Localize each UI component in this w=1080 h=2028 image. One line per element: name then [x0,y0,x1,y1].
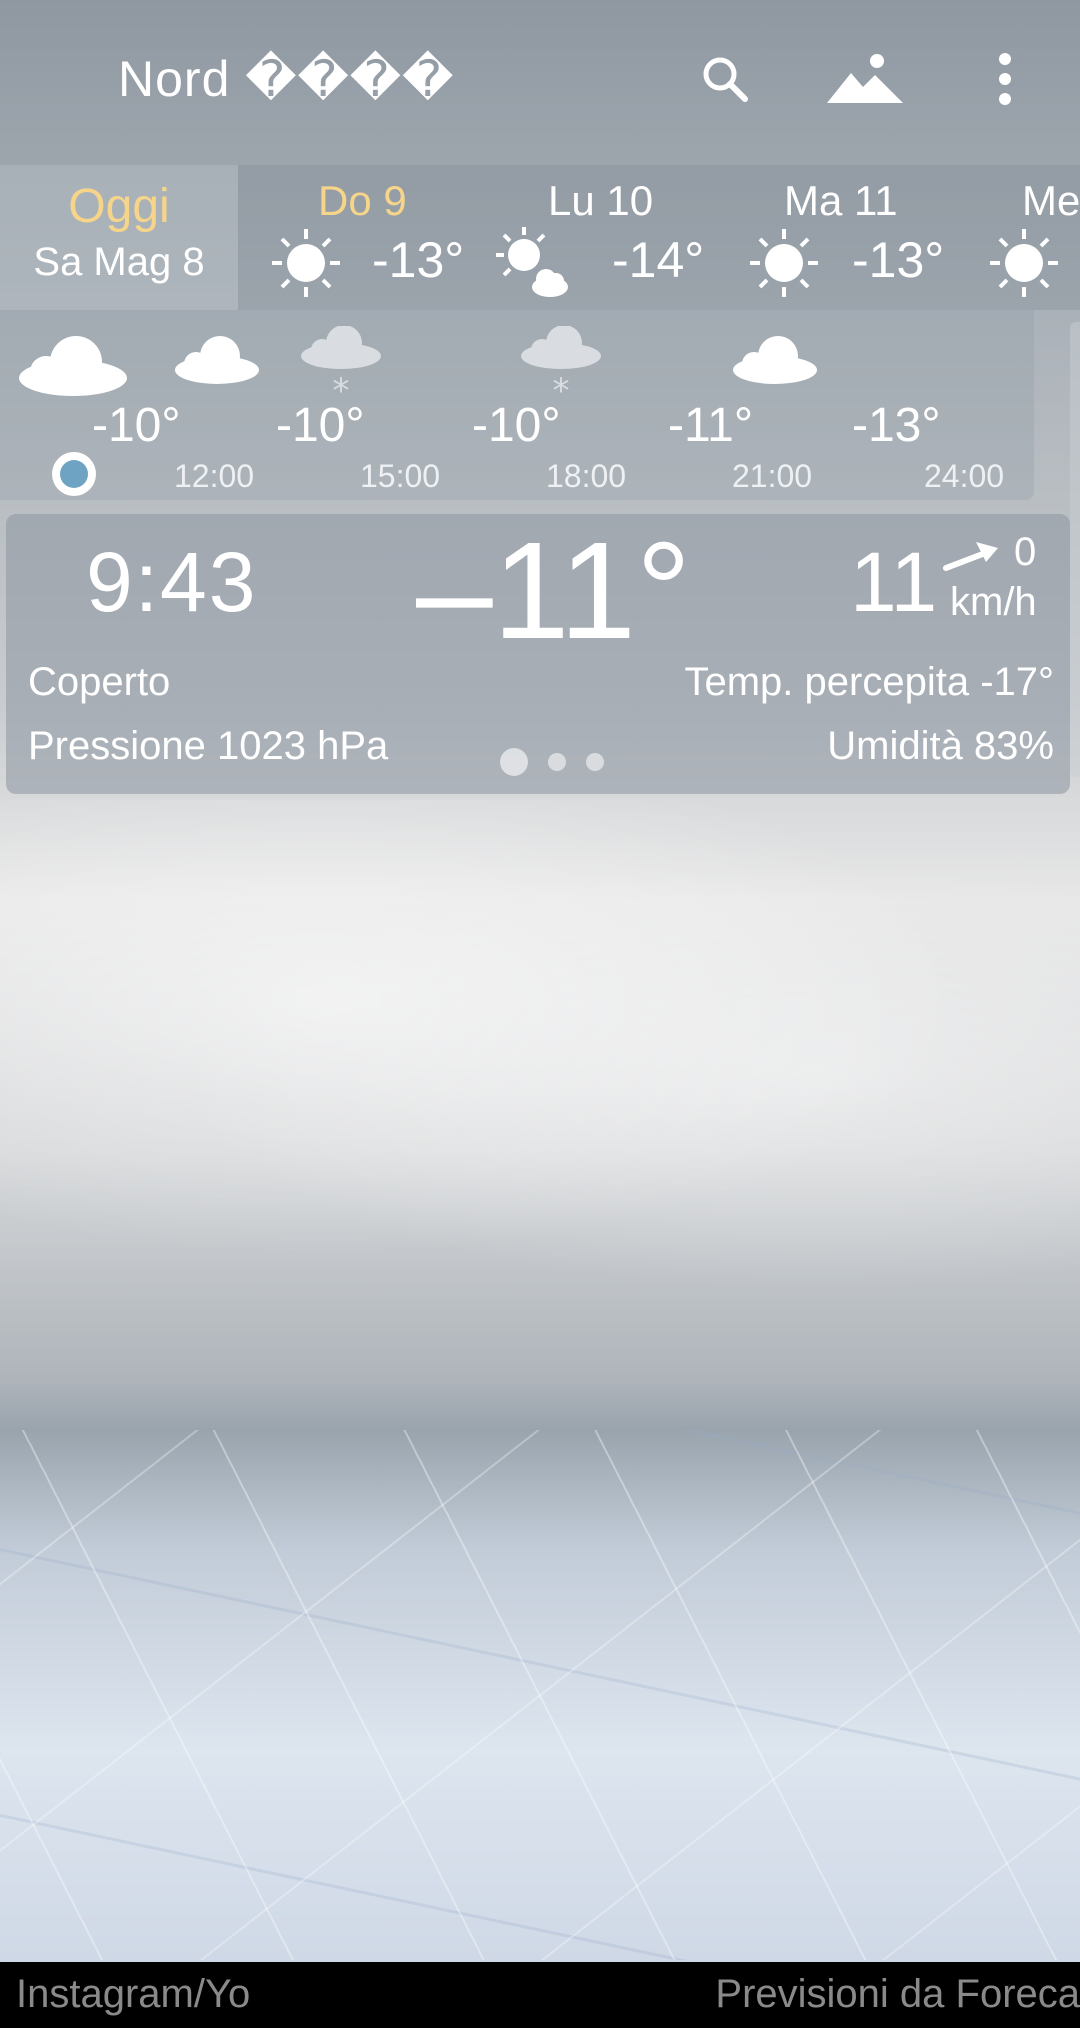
day-tab-today[interactable]: Oggi Sa Mag 8 [0,165,238,310]
more-vert-icon [999,53,1011,105]
page-dot[interactable] [548,753,566,771]
day-name: Lu 10 [548,177,654,224]
day-tab-do9[interactable]: Do 9 -13° [238,165,478,310]
wind-speed: 11 [850,535,938,629]
wind-direction-icon [943,542,998,571]
condition-text: Coperto [28,660,171,704]
observation-time: 9:43 [86,535,258,629]
photo-credit[interactable]: Instagram/Yo [16,1972,250,2017]
day-temp: -13° [372,232,465,288]
landscape-button[interactable] [820,44,910,114]
day-name: Do 9 [318,177,407,224]
sun-icon [272,229,340,297]
footer-bar: Instagram/Yo Previsioni da Foreca [0,1962,1080,2028]
current-time-marker [52,452,96,496]
hour-temp: -10° [472,399,561,452]
hour-temp: -13° [852,399,941,452]
hour-time: 21:00 [732,458,813,494]
page-dot[interactable] [586,753,604,771]
day-tab-lu10[interactable]: Lu 10 -14° [478,165,718,310]
hour-time: 15:00 [360,458,441,494]
landscape-icon [827,54,903,103]
humidity: Umidità 83% [827,724,1054,768]
hourly-forecast[interactable]: * * -10° -10° -10° -11° -13° 12:00 15:00… [0,310,1034,500]
wind-gust: 0 [1014,530,1037,574]
snow-cloud-icon: * [301,326,381,402]
hour-temp: -10° [92,399,181,452]
day-name: Me [1022,177,1080,224]
hour-time: 18:00 [546,458,627,494]
page-indicator[interactable] [500,748,604,776]
hour-temp: -10° [276,399,365,452]
snow-cloud-icon: * [521,326,601,402]
forecast-provider[interactable]: Previsioni da Foreca [715,1972,1080,2017]
day-name: Ma 11 [784,177,898,224]
cloud-icon [19,336,127,396]
cloud-icon [733,336,817,384]
sun-icon [750,229,818,297]
background-fog [0,800,1080,1300]
pressure: Pressione 1023 hPa [28,724,389,768]
current-temperature: –11° [416,514,692,668]
sun-cloud-icon [496,227,568,297]
next-panel-edge[interactable] [1070,322,1080,777]
search-button[interactable] [690,44,760,114]
day-tab-ma11[interactable]: Ma 11 -13° [718,165,958,310]
day-temp: -13° [852,232,945,288]
cloud-icon [175,336,259,384]
search-icon [703,57,748,102]
today-label: Oggi [68,180,170,233]
daily-forecast: Oggi Sa Mag 8 Do 9 -13° Lu 10 -14° Ma 11… [0,165,1080,310]
today-date: Sa Mag 8 [33,240,205,284]
more-options-button[interactable] [985,44,1025,114]
hour-time: 12:00 [174,458,255,494]
wind-unit: km/h [950,580,1037,624]
day-temp: -14° [612,232,705,288]
background-ice [0,1430,1080,1960]
sun-icon [990,229,1058,297]
location-title[interactable]: Nord ���� [118,50,454,108]
feels-like: Temp. percepita -17° [684,660,1054,704]
day-tab-me[interactable]: Me [958,165,1080,310]
page-dot-active[interactable] [500,748,528,776]
hour-temp: -11° [668,399,754,452]
current-conditions-card[interactable]: 9:43 –11° 11 0 km/h Coperto Temp. percep… [6,514,1070,794]
hour-time: 24:00 [924,458,1005,494]
app-bar: Nord ���� [0,0,1080,165]
